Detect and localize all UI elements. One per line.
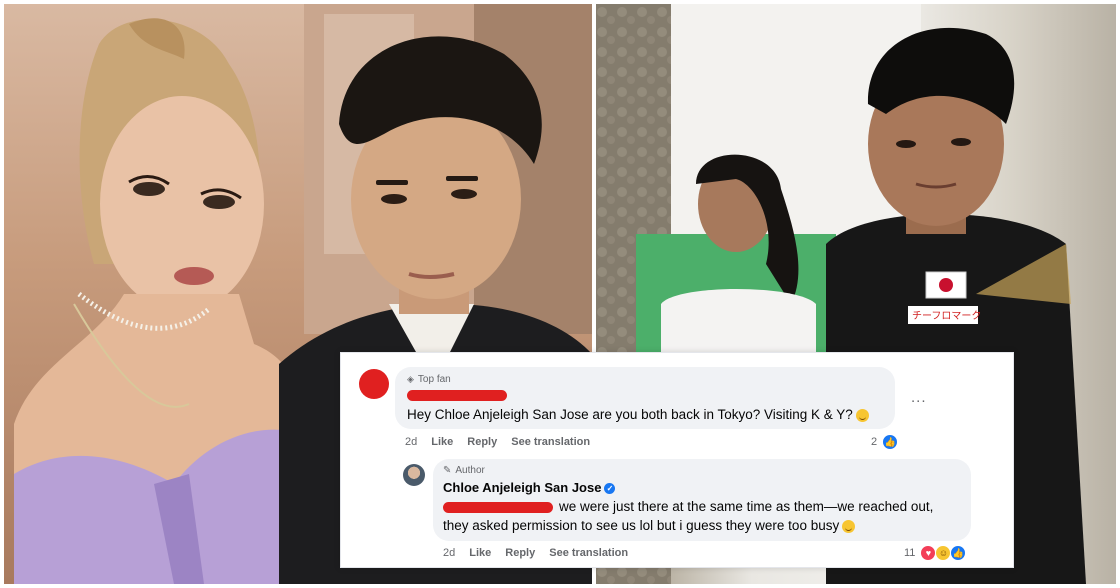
reply-button[interactable]: Reply [467, 436, 497, 448]
pencil-icon: ✎ [443, 465, 452, 476]
author-name-row: Chloe Anjeleigh San Jose ✓ [443, 480, 616, 495]
top-comment-bubble: ◈ Top fan Hey Chloe Anjeleigh San Jose a… [395, 367, 895, 429]
redacted-mention [443, 501, 553, 513]
love-reaction-icon: ♥ [920, 545, 937, 561]
reply-time: 2d [443, 547, 456, 559]
author-name[interactable]: Chloe Anjeleigh San Jose [443, 480, 601, 495]
haha-reaction-icon: ☺ [935, 545, 952, 561]
top-comment-body: Hey Chloe Anjeleigh San Jose are you bot… [407, 407, 853, 422]
comment-menu-icon[interactable]: ... [911, 389, 927, 406]
reaction-count: 2 [871, 436, 878, 448]
top-comment-text: Hey Chloe Anjeleigh San Jose are you bot… [407, 405, 869, 424]
see-translation-link[interactable]: See translation [511, 436, 590, 448]
reply-see-translation-link[interactable]: See translation [549, 547, 628, 559]
badge-label: Top fan [417, 374, 451, 385]
commenter-avatar[interactable] [359, 369, 389, 399]
like-button[interactable]: Like [431, 436, 453, 448]
redacted-commenter-name [407, 390, 507, 401]
reply-text-line-1: we were just there at the same time as t… [443, 497, 933, 516]
top-comment-actions: 2d Like Reply See translation [405, 436, 590, 448]
reply-reply-button[interactable]: Reply [505, 547, 535, 559]
top-comment-reactions[interactable]: 2 👍 [871, 434, 899, 450]
facebook-comment-screenshot: ◈ Top fan Hey Chloe Anjeleigh San Jose a… [340, 352, 1014, 568]
gem-icon: ◈ [407, 374, 414, 384]
verified-badge-icon: ✓ [604, 483, 616, 495]
reply-reaction-count: 11 [904, 547, 916, 559]
reply-text-part-2: they asked permission to see us lol but … [443, 518, 840, 533]
author-badge-label: Author [455, 465, 485, 476]
reply-text-line-2: they asked permission to see us lol but … [443, 516, 856, 535]
shirt-sponsor-text: チーフロマーク [912, 310, 981, 322]
like-reaction-icon: 👍 [950, 545, 967, 561]
reply-like-button[interactable]: Like [469, 547, 491, 559]
reply-actions: 2d Like Reply See translation [443, 547, 628, 559]
reply-bubble: ✎ Author Chloe Anjeleigh San Jose ✓ we we… [433, 459, 971, 541]
author-badge: ✎ Author [443, 465, 485, 476]
reply-reactions[interactable]: 11 ♥ ☺ 👍 [904, 545, 967, 561]
like-reaction-icon: 👍 [882, 434, 899, 450]
reply-text-part-1: we were just there at the same time as t… [559, 499, 934, 514]
smile-emoji-icon [855, 408, 869, 422]
top-fan-badge: ◈ Top fan [407, 374, 451, 385]
comment-time: 2d [405, 436, 418, 448]
smile-emoji-icon [842, 519, 856, 533]
author-avatar[interactable] [403, 464, 425, 486]
